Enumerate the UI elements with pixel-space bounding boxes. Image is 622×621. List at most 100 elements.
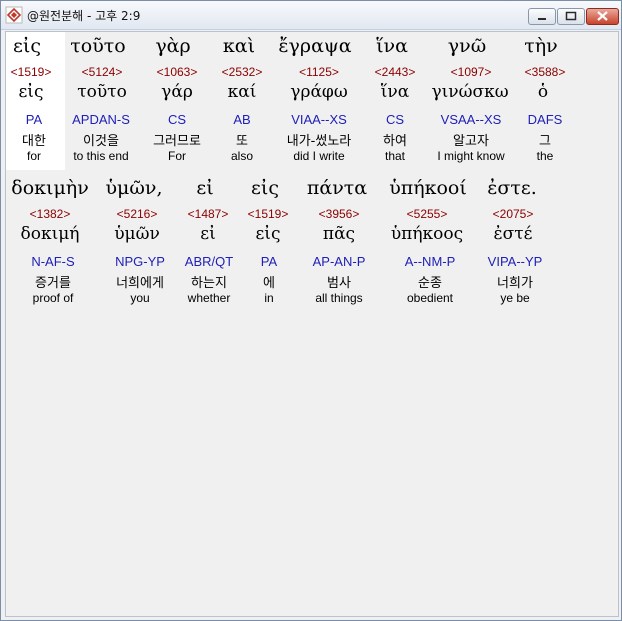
korean-gloss: 그 bbox=[539, 134, 551, 149]
lemma-word: γράφω bbox=[290, 82, 348, 102]
greek-word[interactable]: εἰ bbox=[196, 177, 213, 199]
korean-gloss: 너희가 bbox=[497, 276, 533, 291]
parsing-code: CS bbox=[385, 112, 405, 127]
strong-number[interactable]: <2532> bbox=[222, 65, 263, 79]
english-gloss: for bbox=[26, 149, 42, 163]
strong-number[interactable]: <3956> bbox=[319, 207, 360, 221]
korean-gloss: 알고자 bbox=[453, 134, 489, 149]
english-gloss: that bbox=[384, 149, 406, 163]
app-logo-icon bbox=[5, 6, 23, 24]
greek-word[interactable]: καὶ bbox=[223, 35, 255, 57]
main-window: @원전분해 - 고후 2:9 εἰς τοῦτο γὰρ καὶ ἔγραψα … bbox=[0, 0, 622, 621]
lemma-word: ὁ bbox=[537, 82, 549, 102]
english-gloss: you bbox=[130, 291, 150, 305]
greek-word[interactable]: δοκιμὴν bbox=[11, 177, 88, 199]
english-gloss: to this end bbox=[73, 149, 129, 163]
korean-gloss: 내가-썼노라 bbox=[286, 134, 352, 149]
korean-gloss: 하여 bbox=[383, 134, 407, 149]
title-bar[interactable]: @원전분해 - 고후 2:9 bbox=[1, 1, 621, 30]
parsing-code: DAFS bbox=[527, 112, 563, 127]
lemma-word: εἰ bbox=[200, 224, 216, 244]
strong-number[interactable]: <1382> bbox=[30, 207, 71, 221]
greek-word[interactable]: ἔγραψα bbox=[278, 35, 351, 57]
parsing-code: AB bbox=[233, 112, 251, 127]
strong-number[interactable]: <5124> bbox=[82, 65, 123, 79]
korean-gloss: 에 bbox=[263, 276, 275, 291]
minimize-icon bbox=[538, 18, 546, 20]
korean-gloss: 하는지 bbox=[191, 276, 227, 291]
english-gloss: also bbox=[230, 149, 254, 163]
lemma-word: καί bbox=[227, 82, 257, 102]
strong-number[interactable]: <3588> bbox=[525, 65, 566, 79]
english-gloss: whether bbox=[187, 291, 231, 305]
parsing-code: APDAN-S bbox=[72, 112, 130, 127]
lemma-word: γινώσκω bbox=[431, 82, 509, 102]
greek-word[interactable]: πάντα bbox=[307, 177, 367, 199]
greek-word[interactable]: εἰς bbox=[13, 35, 41, 57]
parsing-code: PA bbox=[25, 112, 43, 127]
korean-gloss: 너희에게 bbox=[116, 276, 164, 291]
parsing-code: NPG-YP bbox=[115, 254, 165, 269]
english-gloss: I might know bbox=[437, 149, 505, 163]
greek-word[interactable]: τοῦτο bbox=[70, 35, 125, 57]
korean-gloss: 또 bbox=[236, 134, 248, 149]
lemma-word: δοκιμή bbox=[20, 224, 80, 244]
lemma-word: εἰς bbox=[18, 82, 44, 102]
maximize-icon bbox=[565, 11, 577, 21]
strong-number[interactable]: <1063> bbox=[157, 65, 198, 79]
english-gloss: all things bbox=[315, 291, 363, 305]
lemma-word: εἰς bbox=[255, 224, 281, 244]
window-title: @원전분해 - 고후 2:9 bbox=[27, 9, 141, 23]
strong-number[interactable]: <1487> bbox=[188, 207, 229, 221]
strong-number[interactable]: <2443> bbox=[375, 65, 416, 79]
lemma-word: ἵνα bbox=[380, 82, 410, 102]
strong-number[interactable]: <5216> bbox=[117, 207, 158, 221]
parsing-code: VIPA--YP bbox=[487, 254, 543, 269]
close-button[interactable] bbox=[586, 8, 619, 25]
parsing-code: VIAA--XS bbox=[291, 112, 347, 127]
strong-number[interactable]: <1519> bbox=[11, 65, 52, 79]
greek-word[interactable]: τὴν bbox=[524, 35, 557, 57]
parsing-code: VSAA--XS bbox=[440, 112, 502, 127]
korean-gloss: 이것을 bbox=[83, 134, 119, 149]
greek-word[interactable]: γνῶ bbox=[448, 35, 486, 57]
parsing-code: PA bbox=[260, 254, 278, 269]
parsing-code: CS bbox=[167, 112, 187, 127]
strong-number[interactable]: <2075> bbox=[493, 207, 534, 221]
parsing-code: AP-AN-P bbox=[312, 254, 366, 269]
english-gloss: For bbox=[168, 149, 186, 163]
greek-word[interactable]: ἵνα bbox=[376, 35, 408, 57]
english-gloss: proof of bbox=[32, 291, 74, 305]
greek-word[interactable]: ὑμῶν, bbox=[106, 177, 163, 199]
maximize-button[interactable] bbox=[557, 8, 585, 25]
english-gloss: the bbox=[536, 149, 554, 163]
parsing-code: A--NM-P bbox=[404, 254, 456, 269]
korean-gloss: 증거를 bbox=[35, 276, 71, 291]
close-icon bbox=[597, 11, 608, 21]
strong-number[interactable]: <1519> bbox=[248, 207, 289, 221]
lemma-word: ὑμῶν bbox=[114, 224, 160, 244]
lemma-word: ὑπήκοος bbox=[390, 224, 464, 244]
lemma-word: τοῦτο bbox=[77, 82, 127, 102]
english-gloss: obedient bbox=[406, 291, 454, 305]
greek-word[interactable]: ὑπήκοοί bbox=[389, 177, 467, 199]
parsing-code: ABR/QT bbox=[184, 254, 234, 269]
greek-word[interactable]: εἰς bbox=[251, 177, 279, 199]
minimize-button[interactable] bbox=[528, 8, 556, 25]
greek-word[interactable]: ἐστε. bbox=[487, 177, 537, 199]
korean-gloss: 그러므로 bbox=[153, 134, 201, 149]
greek-word[interactable]: γὰρ bbox=[155, 35, 190, 57]
strong-number[interactable]: <5255> bbox=[407, 207, 448, 221]
lemma-word: γάρ bbox=[161, 82, 193, 102]
english-gloss: ye be bbox=[500, 291, 530, 305]
strong-number[interactable]: <1125> bbox=[299, 65, 339, 79]
english-gloss: did I write bbox=[293, 149, 345, 163]
korean-gloss: 대한 bbox=[22, 134, 46, 149]
strong-number[interactable]: <1097> bbox=[451, 65, 492, 79]
parsing-code: N-AF-S bbox=[31, 254, 75, 269]
english-gloss: in bbox=[264, 291, 274, 305]
lemma-word: πᾶς bbox=[322, 224, 356, 244]
korean-gloss: 순종 bbox=[418, 276, 442, 291]
lemma-word: ἐστέ bbox=[493, 224, 533, 244]
interlinear-panel: εἰς τοῦτο γὰρ καὶ ἔγραψα ἵνα γνῶ τὴν <15… bbox=[5, 31, 619, 617]
